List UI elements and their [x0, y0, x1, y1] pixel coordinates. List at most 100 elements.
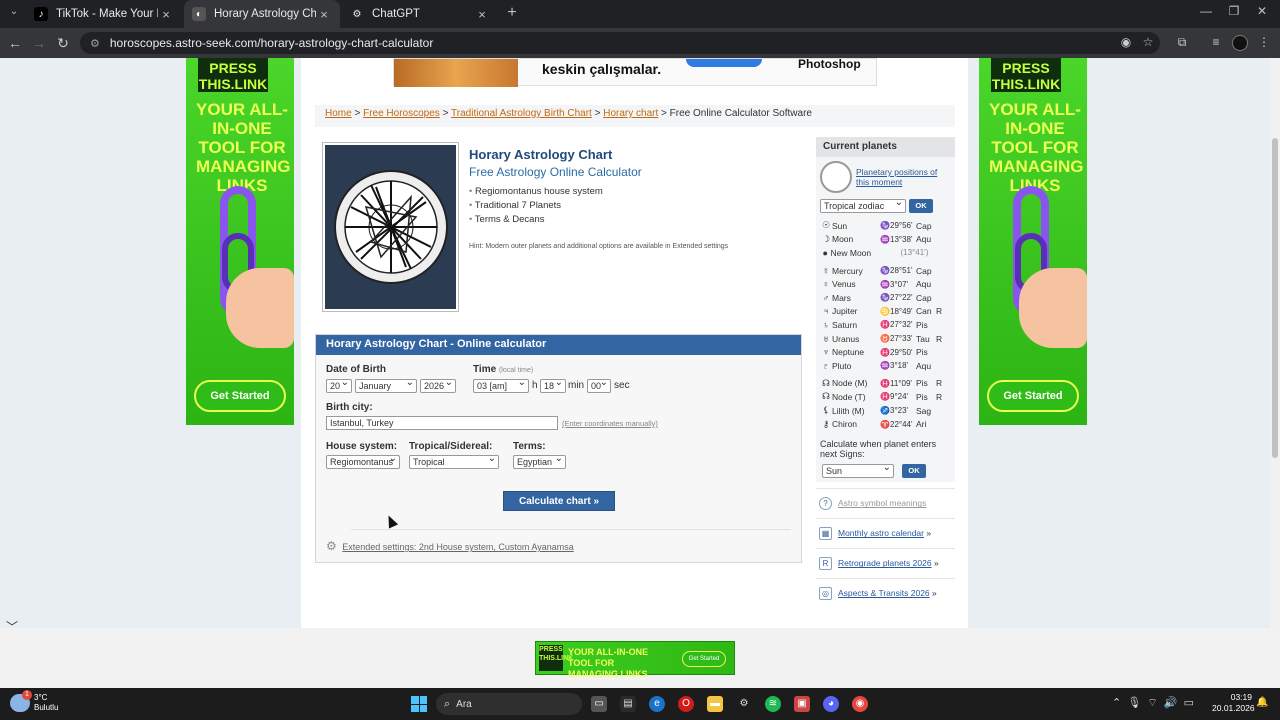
ad-pill-button[interactable] — [686, 59, 762, 67]
spotify-icon[interactable]: ≋ — [765, 696, 781, 712]
aspects-transits-link[interactable]: Aspects & Transits 2026 — [838, 588, 930, 598]
widgets-icon[interactable]: ▤ — [620, 696, 636, 712]
zodiac-ok-button[interactable]: OK — [909, 199, 933, 213]
planet-ok-button[interactable]: OK — [902, 463, 926, 478]
scrollbar-thumb[interactable] — [1272, 138, 1278, 458]
back-icon[interactable]: ← — [6, 34, 24, 52]
ad-get-started-button[interactable]: Get Started — [987, 380, 1079, 412]
link-astro-symbols[interactable]: ? Astro symbol meanings — [816, 487, 955, 518]
lion-image — [394, 59, 518, 87]
extended-settings: ⚙ Extended settings: 2nd House system, C… — [326, 539, 574, 553]
close-tab-icon[interactable]: × — [316, 7, 332, 22]
planet-degree: 29°56' — [890, 221, 913, 231]
zodiac-sign-icon: ♑ — [880, 266, 890, 276]
month-select[interactable]: January — [355, 379, 417, 393]
close-tab-icon[interactable]: × — [158, 7, 174, 22]
astro-symbol-meanings-link[interactable]: Astro symbol meanings — [838, 498, 926, 508]
terms-select[interactable]: Egyptian — [513, 455, 566, 469]
tab-search-icon[interactable]: ⌄ — [6, 6, 22, 22]
day-select[interactable]: 20 — [326, 379, 352, 393]
tab-chatgpt[interactable]: ⚙ ChatGPT × — [342, 0, 498, 28]
eye-off-icon[interactable]: ◉ — [1118, 35, 1134, 51]
minute-unit: min — [568, 380, 585, 391]
planet-degree: 22°44' — [890, 419, 913, 429]
bottom-banner-ad[interactable]: PRESS THIS.LINK YOUR ALL-IN-ONE TOOL FOR… — [535, 641, 735, 679]
system-tray[interactable]: ⌃ 🎙 ⌔ 🔊 ▭ — [1112, 696, 1194, 710]
retrograde-planets-link[interactable]: Retrograde planets 2026 — [838, 558, 932, 568]
gear-icon: ⚙ — [326, 539, 337, 553]
zodiac-select[interactable]: Tropical zodiac — [820, 199, 906, 213]
site-info-icon[interactable]: ⚙ — [90, 37, 100, 50]
enter-coordinates-link[interactable]: (Enter coordinates manually) — [562, 419, 658, 428]
chart-wheel-icon — [820, 161, 852, 193]
file-explorer-icon[interactable]: ▬ — [707, 696, 723, 712]
planet-sign: Aqu — [916, 360, 932, 371]
monthly-astro-calendar-link[interactable]: Monthly astro calendar — [838, 528, 924, 538]
zodiac-sign-icon: ♓ — [880, 347, 890, 357]
hour-select[interactable]: 03 [am] — [473, 379, 529, 393]
bookmark-star-icon[interactable]: ☆ — [1140, 35, 1156, 51]
media-icon[interactable]: ≡ — [1208, 35, 1224, 51]
edge-icon[interactable]: e — [649, 696, 665, 712]
tab-tiktok[interactable]: ♪ TikTok - Make Your Day × — [26, 0, 182, 28]
forward-icon[interactable]: → — [30, 34, 48, 52]
breadcrumb-link-home[interactable]: Home — [325, 108, 352, 119]
breadcrumb-link-free-horoscopes[interactable]: Free Horoscopes — [363, 108, 440, 119]
top-banner-ad[interactable]: keskin çalışmalar. Photoshop — [393, 58, 877, 87]
planet-name: Chiron — [832, 419, 858, 430]
time-label-text: Time — [473, 364, 497, 375]
retrograde-flag: R — [936, 391, 943, 402]
weather-widget[interactable]: 1 3°C Bulutlu — [10, 690, 58, 713]
planet-select[interactable]: Sun — [822, 463, 894, 478]
restore-icon[interactable]: ❐ — [1220, 4, 1248, 22]
left-side-ad[interactable]: PRESS THIS.LINK YOUR ALL-IN-ONE TOOL FOR… — [186, 58, 294, 425]
zodiac-sign-icon: ♈ — [880, 419, 890, 429]
link-retrograde[interactable]: R Retrograde planets 2026 » — [816, 547, 955, 578]
task-view-icon[interactable]: ▭ — [591, 696, 607, 712]
zodiac-sign-icon: ♒ — [880, 361, 890, 371]
clock[interactable]: 03:19 20.01.2026 — [1212, 692, 1255, 714]
zodiac-sign-icon: ♓ — [880, 320, 890, 330]
taskbar-search[interactable]: ⌕ Ara — [436, 693, 582, 715]
year-select[interactable]: 2026 — [420, 379, 456, 393]
chevron-down-icon[interactable]: ﹀ — [6, 618, 18, 628]
windows-start-icon[interactable] — [411, 696, 427, 712]
breadcrumb-link-traditional[interactable]: Traditional Astrology Birth Chart — [451, 108, 592, 119]
extensions-icon[interactable]: ⧉ — [1174, 35, 1190, 51]
right-side-ad[interactable]: PRESS THIS.LINK YOUR ALL-IN-ONE TOOL FOR… — [979, 58, 1087, 425]
profile-avatar[interactable] — [1232, 35, 1248, 51]
page-scrollbar[interactable] — [1270, 58, 1280, 628]
breadcrumb-link-horary[interactable]: Horary chart — [603, 108, 658, 119]
link-monthly-calendar[interactable]: ▦ Monthly astro calendar » — [816, 517, 955, 548]
hand-image — [226, 268, 294, 348]
photos-icon[interactable]: ▣ — [794, 696, 810, 712]
tropical-sidereal-select[interactable]: Tropical — [409, 455, 499, 469]
planet-degree: 13°38' — [890, 234, 913, 244]
minute-select[interactable]: 18 — [540, 379, 566, 393]
minimize-icon[interactable]: — — [1192, 4, 1220, 22]
chrome-icon[interactable]: ◉ — [852, 696, 868, 712]
close-tab-icon[interactable]: × — [474, 7, 490, 22]
close-window-icon[interactable]: ✕ — [1248, 4, 1276, 22]
url-field[interactable]: ⚙ horoscopes.astro-seek.com/horary-astro… — [80, 32, 1160, 54]
settings-icon[interactable]: ⚙ — [736, 696, 752, 712]
tab-horary[interactable]: ◐ Horary Astrology Chart Calculat × — [184, 0, 340, 28]
ad-get-started-button[interactable]: Get Started — [682, 651, 726, 667]
planet-symbol-icon: ♀ — [822, 279, 830, 290]
notification-icon[interactable]: 🔔 — [1256, 697, 1268, 708]
birth-city-input[interactable]: Istanbul, Turkey — [326, 416, 558, 430]
house-system-select[interactable]: Regiomontanus — [326, 455, 400, 469]
calculate-chart-button[interactable]: Calculate chart » — [503, 491, 615, 511]
discord-icon[interactable]: ◕ — [823, 696, 839, 712]
new-tab-icon[interactable]: + — [503, 4, 521, 22]
ad-get-started-button[interactable]: Get Started — [194, 380, 286, 412]
link-aspects[interactable]: ◎ Aspects & Transits 2026 » — [816, 577, 955, 608]
reload-icon[interactable]: ↻ — [54, 34, 72, 52]
planet-symbol-icon: ♂ — [822, 292, 830, 303]
chatgpt-icon: ⚙ — [352, 8, 362, 20]
menu-icon[interactable]: ⋮ — [1256, 35, 1272, 51]
opera-icon[interactable]: O — [678, 696, 694, 712]
second-select[interactable]: 00 — [587, 379, 611, 393]
planetary-positions-link[interactable]: Planetary positions of this moment — [856, 167, 951, 187]
extended-settings-link[interactable]: Extended settings: 2nd House system, Cus… — [342, 542, 573, 552]
